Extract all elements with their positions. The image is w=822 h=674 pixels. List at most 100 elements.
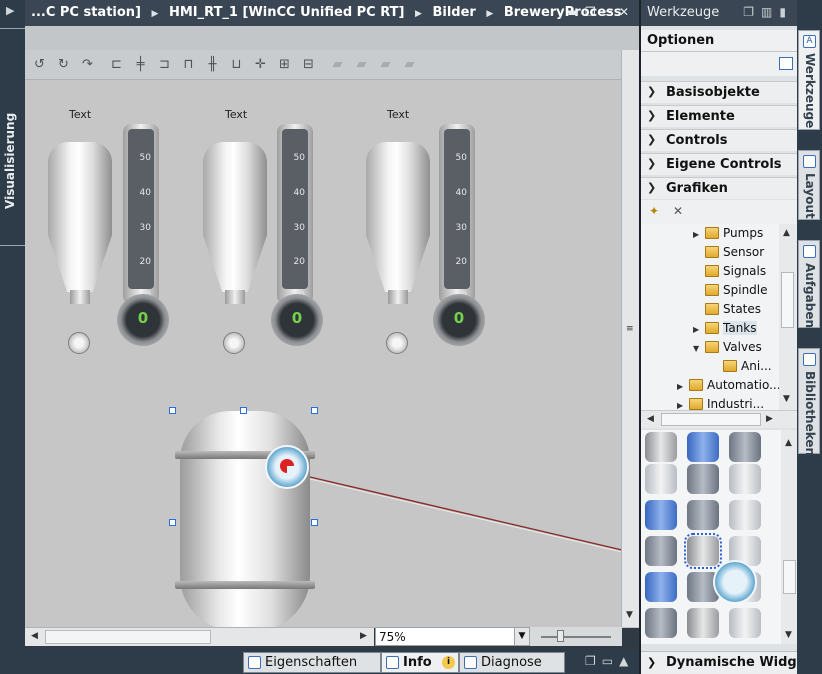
graphics-tree: ▶ Pumps Sensor Signals Spindle States ▶ Ta… (641, 224, 779, 410)
collapse-icon[interactable]: ▼ (693, 344, 705, 353)
layout-icon (803, 155, 816, 168)
gallery-tile[interactable] (687, 464, 719, 494)
folder-icon (705, 227, 719, 239)
chevron-down-icon[interactable]: ▼ (514, 628, 529, 645)
options-area (641, 52, 799, 76)
new-folder-icon[interactable]: ✦ (649, 204, 659, 218)
canvas-hscrollbar[interactable]: ◀ ▶ (25, 627, 374, 646)
canvas-vscrollbar[interactable]: ▼ ≡ (621, 50, 639, 627)
options-header: Optionen (641, 30, 799, 52)
gallery-tile[interactable] (645, 464, 677, 494)
zoom-select[interactable]: 75% ▼ (375, 627, 530, 646)
chevron-down-icon: ❯ (647, 181, 657, 194)
tab-info[interactable]: Info i (381, 652, 459, 673)
tab-label: Eigenschaften (265, 655, 358, 670)
tree-item-spindle[interactable]: Spindle (705, 283, 768, 302)
properties-icon (248, 656, 261, 669)
tree-item-states[interactable]: States (705, 302, 761, 321)
section-dynamic-widgets[interactable]: ❯ Dynamische Widg... (641, 651, 812, 674)
section-grafiken[interactable]: ❯ Grafiken (641, 177, 799, 199)
zoom-slider[interactable] (530, 627, 622, 646)
gallery-tile[interactable] (687, 432, 719, 462)
tools-panel: Werkzeuge ❐▥▮ Optionen ❯ Basisobjekte ❯ … (639, 0, 812, 674)
expand-icon[interactable]: ▶ (693, 230, 705, 239)
gallery-tile[interactable] (729, 464, 761, 494)
section-eigene-controls[interactable]: ❯ Eigene Controls (641, 153, 799, 175)
options-label: Optionen (647, 33, 715, 48)
gallery-tile[interactable] (645, 608, 677, 638)
scroll-up-icon[interactable]: ▲ (783, 228, 790, 238)
tree-item-signals[interactable]: Signals (705, 264, 766, 283)
folder-icon (705, 284, 719, 296)
folder-icon (689, 398, 703, 410)
tree-item-sensor[interactable]: Sensor (705, 245, 764, 264)
folder-icon (705, 265, 719, 277)
gallery-tile[interactable] (687, 500, 719, 530)
tools-icon: A (803, 35, 816, 48)
remove-folder-icon[interactable]: ✕ (673, 204, 683, 218)
gallery-tile-selected[interactable] (684, 533, 722, 569)
expand-icon[interactable]: ▶ (677, 382, 689, 391)
tree-item-automation[interactable]: ▶ Automatio... (677, 378, 779, 397)
scroll-left-icon[interactable]: ◀ (647, 414, 654, 424)
graphics-tree-toolbar: ✦ ✕ (641, 200, 799, 224)
tab-layout[interactable]: Layout (798, 150, 820, 220)
tree-item-tanks[interactable]: ▶ Tanks (693, 321, 757, 340)
scroll-grip-icon[interactable]: ≡ (626, 324, 634, 334)
slider-knob[interactable] (557, 630, 564, 642)
gallery-tile[interactable] (729, 608, 761, 638)
gallery-tile[interactable] (687, 608, 719, 638)
panel-controls[interactable]: ❐▥▮ (743, 5, 793, 19)
chevron-right-icon: ❯ (647, 157, 657, 170)
section-controls[interactable]: ❯ Controls (641, 129, 799, 151)
scroll-thumb[interactable] (783, 560, 796, 594)
chevron-right-icon: ❯ (647, 656, 657, 669)
task-card-tabs: A Werkzeuge Layout Aufgaben Bibliotheken (797, 0, 822, 674)
scroll-thumb[interactable] (45, 630, 211, 644)
tab-bibliotheken[interactable]: Bibliotheken (798, 348, 820, 456)
section-label: Basisobjekte (666, 85, 760, 100)
tab-label: Layout (803, 173, 817, 219)
tab-diagnose[interactable]: Diagnose (459, 652, 565, 673)
tree-vscrollbar[interactable]: ▲ ▼ (779, 224, 797, 410)
gallery-tile[interactable] (729, 500, 761, 530)
section-label: Controls (666, 133, 728, 148)
scroll-thumb[interactable] (781, 272, 794, 328)
section-label: Elemente (666, 109, 735, 124)
expand-icon[interactable]: ▶ (677, 401, 689, 410)
tree-hscrollbar[interactable]: ◀ ▶ (641, 410, 799, 428)
gallery-tile[interactable] (729, 432, 761, 462)
tab-aufgaben[interactable]: Aufgaben (798, 240, 820, 328)
gallery-tile[interactable] (645, 500, 677, 530)
tab-eigenschaften[interactable]: Eigenschaften (243, 652, 381, 673)
info-badge-icon: i (442, 656, 455, 669)
scroll-thumb[interactable] (661, 413, 761, 426)
gallery-tile[interactable] (645, 572, 677, 602)
tree-item-industrial[interactable]: ▶ Industri... (677, 397, 764, 410)
folder-icon (705, 246, 719, 258)
view-toggle-icon[interactable] (779, 57, 793, 70)
tree-item-valves[interactable]: ▼ Valves (693, 340, 762, 359)
scroll-left-icon[interactable]: ◀ (31, 631, 38, 641)
tree-item-ani[interactable]: Ani... (723, 359, 772, 378)
expand-icon[interactable]: ▶ (693, 325, 705, 334)
scroll-up-icon[interactable]: ▲ (785, 438, 792, 448)
scroll-right-icon[interactable]: ▶ (360, 631, 367, 641)
scroll-down-icon[interactable]: ▼ (783, 394, 790, 404)
scroll-down-icon[interactable]: ▼ (785, 630, 792, 640)
library-icon (803, 353, 816, 366)
section-basisobjekte[interactable]: ❯ Basisobjekte (641, 81, 799, 103)
tree-item-pumps[interactable]: ▶ Pumps (693, 226, 763, 245)
tab-label: Werkzeuge (803, 53, 817, 129)
scroll-down-icon[interactable]: ▼ (626, 610, 633, 620)
tools-panel-title: Werkzeuge (647, 5, 720, 20)
gallery-tile[interactable] (645, 536, 677, 566)
tab-werkzeuge[interactable]: A Werkzeuge (798, 30, 820, 130)
tab-label: Diagnose (481, 655, 542, 670)
drag-badge-icon (713, 560, 757, 604)
gallery-tile[interactable] (645, 432, 677, 462)
inspector-window-controls[interactable]: ❐▭▲ (585, 654, 634, 668)
scroll-right-icon[interactable]: ▶ (766, 414, 773, 424)
zoom-value: 75% (379, 630, 406, 644)
section-elemente[interactable]: ❯ Elemente (641, 105, 799, 127)
